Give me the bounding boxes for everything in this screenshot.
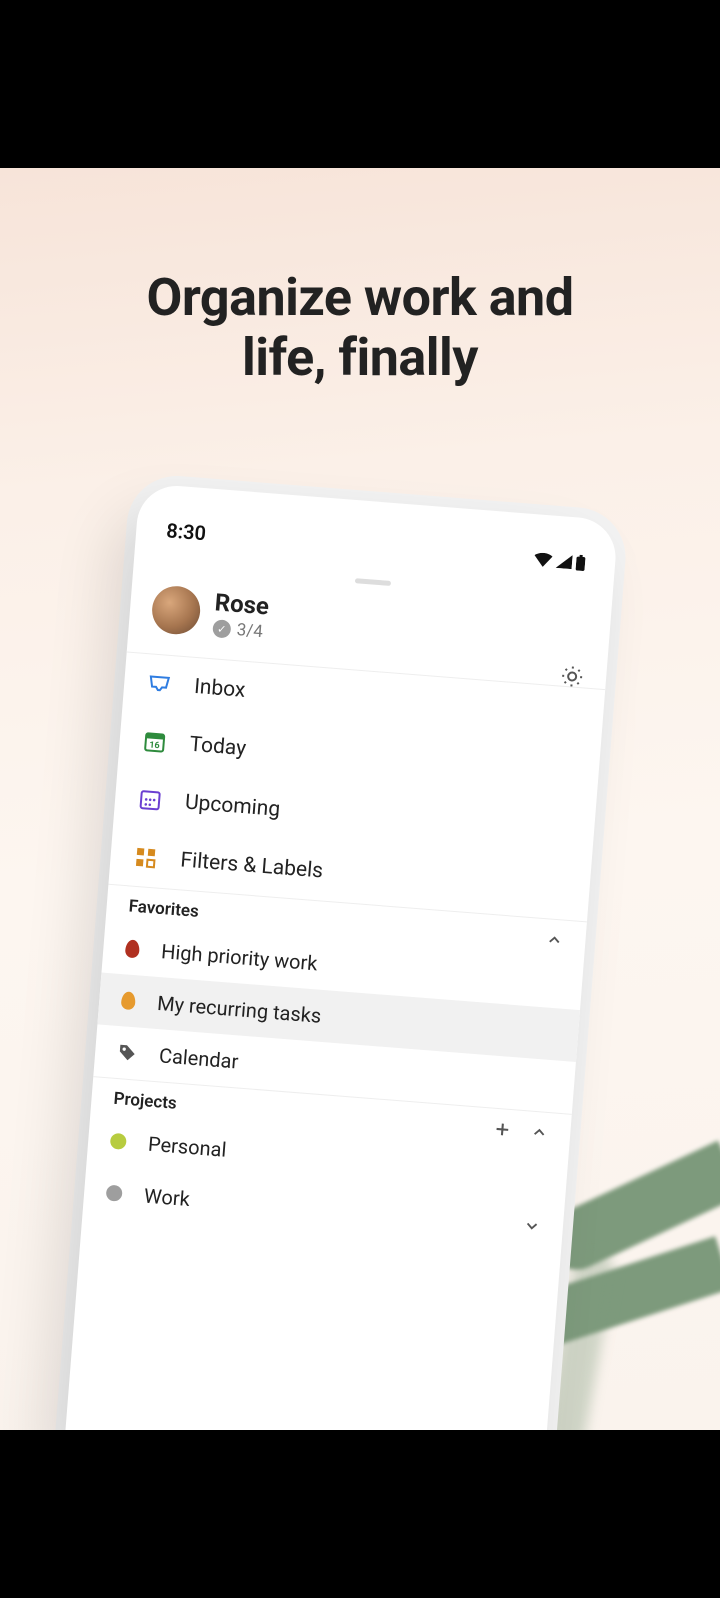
plus-icon[interactable] (492, 1119, 514, 1141)
tag-icon (117, 1042, 139, 1064)
check-badge-icon: ✓ (212, 619, 231, 638)
wifi-icon (534, 552, 553, 567)
item-label: Work (143, 1184, 191, 1212)
settings-button[interactable] (559, 664, 585, 690)
section-title: Favorites (128, 896, 200, 921)
battery-icon (575, 554, 585, 571)
calendar-upcoming-icon (136, 786, 164, 814)
item-label: Personal (147, 1132, 227, 1162)
nav-label: Inbox (193, 675, 246, 703)
avatar[interactable] (150, 584, 202, 636)
color-dot-icon (106, 1185, 123, 1202)
status-icons (534, 551, 586, 571)
signal-icon (556, 554, 573, 569)
drop-icon (121, 991, 136, 1010)
gear-icon (559, 664, 585, 690)
progress-text: 3/4 (236, 620, 264, 642)
chevron-up-icon[interactable] (545, 930, 564, 949)
phone-mockup: 8:30 Rose ✓ 3/4 (65, 483, 619, 1430)
phone-screen: 8:30 Rose ✓ 3/4 (65, 483, 619, 1430)
chevron-down-icon[interactable] (522, 1216, 541, 1235)
promo-background: Organize work and life, finally 8:30 Ros… (0, 168, 720, 1430)
headline-line2: life, finally (242, 327, 478, 388)
drop-icon (125, 939, 140, 958)
inbox-icon (145, 670, 173, 698)
nav-label: Upcoming (184, 791, 281, 822)
profile-name: Rose (214, 588, 270, 620)
svg-text:16: 16 (149, 741, 160, 752)
item-label: My recurring tasks (156, 991, 322, 1028)
headline-line1: Organize work and (147, 267, 574, 328)
chevron-up-icon[interactable] (530, 1123, 549, 1142)
profile-progress: ✓ 3/4 (212, 618, 268, 642)
headline: Organize work and life, finally (0, 268, 720, 388)
nav-label: Filters & Labels (180, 848, 324, 883)
item-label: High priority work (160, 939, 318, 975)
calendar-today-icon: 16 (141, 728, 169, 756)
section-title: Projects (113, 1089, 178, 1114)
status-time: 8:30 (165, 518, 206, 545)
color-dot-icon (110, 1133, 127, 1150)
nav-label: Today (189, 733, 247, 761)
item-label: Calendar (158, 1043, 239, 1073)
grid-icon (132, 844, 160, 872)
